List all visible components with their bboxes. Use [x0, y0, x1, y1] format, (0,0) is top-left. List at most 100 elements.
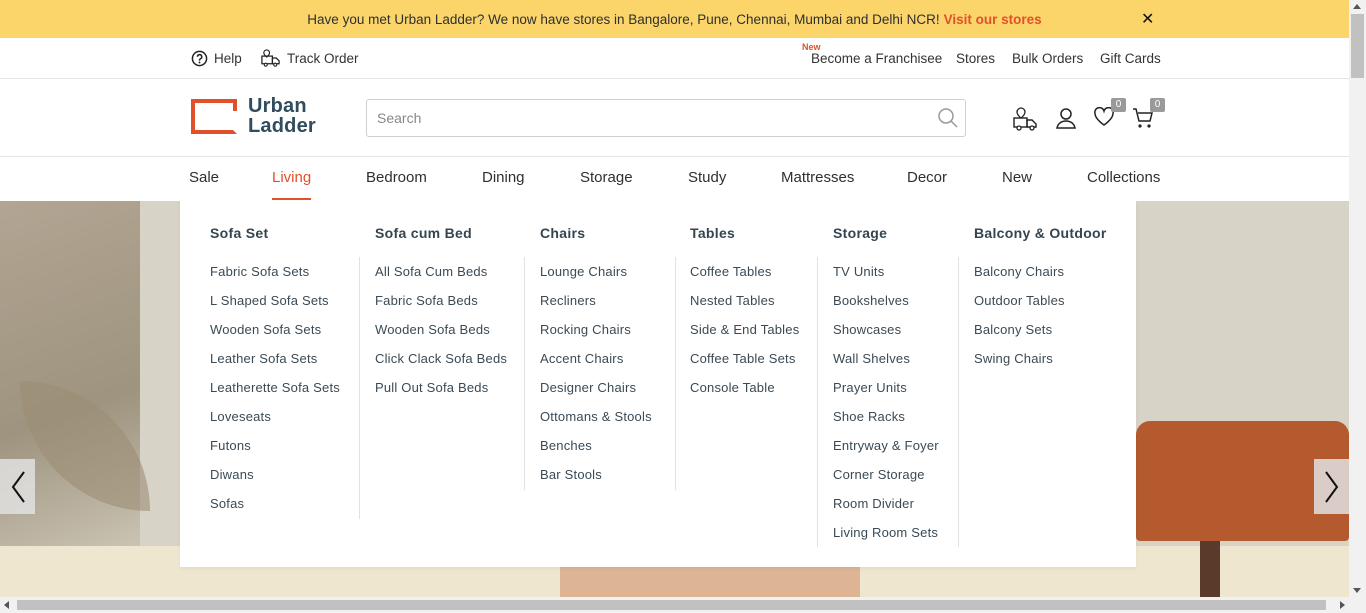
- menu-item[interactable]: Shoe Racks: [833, 409, 939, 438]
- vertical-scrollbar[interactable]: [1349, 0, 1366, 597]
- scroll-left-icon[interactable]: [4, 601, 9, 609]
- menu-item[interactable]: Wooden Sofa Beds: [375, 322, 507, 351]
- wishlist-count: 0: [1111, 98, 1126, 112]
- menu-item[interactable]: TV Units: [833, 264, 939, 293]
- cart-count: 0: [1150, 98, 1165, 112]
- menu-item[interactable]: Rocking Chairs: [540, 322, 652, 351]
- nav-mattresses[interactable]: Mattresses: [781, 158, 854, 200]
- menu-item[interactable]: Wooden Sofa Sets: [210, 322, 340, 351]
- help-link[interactable]: Help: [191, 38, 242, 78]
- menu-item[interactable]: Lounge Chairs: [540, 264, 652, 293]
- logo-mark: [191, 99, 237, 134]
- store-locator-icon[interactable]: [1012, 107, 1039, 131]
- menu-item[interactable]: Bar Stools: [540, 467, 652, 496]
- menu-item[interactable]: Sofas: [210, 496, 340, 525]
- menu-item[interactable]: Corner Storage: [833, 467, 939, 496]
- franchisee-link[interactable]: Become a Franchisee: [811, 38, 942, 78]
- menu-item[interactable]: Ottomans & Stools: [540, 409, 652, 438]
- menu-item[interactable]: Balcony Sets: [974, 322, 1065, 351]
- nav-living[interactable]: Living: [272, 158, 312, 200]
- search-icon[interactable]: [937, 107, 959, 129]
- menu-item[interactable]: Console Table: [690, 380, 799, 409]
- scroll-down-icon[interactable]: [1353, 588, 1361, 593]
- carousel-next-button[interactable]: [1314, 459, 1349, 514]
- main-nav: Sale Living Bedroom Dining Storage Study…: [0, 158, 1349, 201]
- menu-heading[interactable]: Storage: [833, 225, 887, 241]
- visit-stores-link[interactable]: Visit our stores: [944, 12, 1042, 27]
- menu-item[interactable]: Wall Shelves: [833, 351, 939, 380]
- menu-item[interactable]: Living Room Sets: [833, 525, 939, 554]
- search-box: [366, 99, 966, 137]
- menu-item[interactable]: Showcases: [833, 322, 939, 351]
- nav-collections[interactable]: Collections: [1087, 158, 1160, 200]
- menu-item[interactable]: Bookshelves: [833, 293, 939, 322]
- nav-study[interactable]: Study: [688, 158, 726, 200]
- menu-divider: [524, 257, 525, 490]
- menu-heading[interactable]: Sofa cum Bed: [375, 225, 472, 241]
- menu-item[interactable]: Coffee Tables: [690, 264, 799, 293]
- menu-item[interactable]: Fabric Sofa Beds: [375, 293, 507, 322]
- menu-item[interactable]: Click Clack Sofa Beds: [375, 351, 507, 380]
- menu-item[interactable]: Benches: [540, 438, 652, 467]
- menu-item[interactable]: Leatherette Sofa Sets: [210, 380, 340, 409]
- menu-item[interactable]: Recliners: [540, 293, 652, 322]
- menu-item[interactable]: Room Divider: [833, 496, 939, 525]
- menu-item[interactable]: Leather Sofa Sets: [210, 351, 340, 380]
- menu-item[interactable]: Balcony Chairs: [974, 264, 1065, 293]
- menu-divider: [359, 257, 360, 519]
- utility-bar: Help Track Order New Become a Franchisee…: [0, 38, 1349, 79]
- menu-item[interactable]: Accent Chairs: [540, 351, 652, 380]
- menu-item[interactable]: Designer Chairs: [540, 380, 652, 409]
- bulk-orders-link[interactable]: Bulk Orders: [1012, 38, 1083, 78]
- carousel-prev-button[interactable]: [0, 459, 35, 514]
- site-header: Urban Ladder 0 0: [0, 79, 1349, 157]
- scrollbar-thumb[interactable]: [1351, 14, 1364, 78]
- gift-cards-link[interactable]: Gift Cards: [1100, 38, 1161, 78]
- menu-item[interactable]: Nested Tables: [690, 293, 799, 322]
- nav-decor[interactable]: Decor: [907, 158, 947, 200]
- user-icon[interactable]: [1055, 107, 1077, 129]
- menu-item[interactable]: Diwans: [210, 467, 340, 496]
- menu-item[interactable]: All Sofa Cum Beds: [375, 264, 507, 293]
- track-order-label: Track Order: [287, 50, 359, 66]
- close-icon[interactable]: ✕: [1141, 9, 1154, 29]
- menu-divider: [958, 257, 959, 547]
- scroll-right-icon[interactable]: [1340, 601, 1345, 609]
- chevron-left-icon: [11, 470, 25, 503]
- nav-storage[interactable]: Storage: [580, 158, 633, 200]
- nav-bedroom[interactable]: Bedroom: [366, 158, 427, 200]
- wishlist-button[interactable]: 0: [1093, 98, 1126, 129]
- nav-dining[interactable]: Dining: [482, 158, 525, 200]
- menu-item[interactable]: Loveseats: [210, 409, 340, 438]
- menu-heading[interactable]: Chairs: [540, 225, 585, 241]
- menu-heading[interactable]: Balcony & Outdoor: [974, 225, 1107, 241]
- hero-sofa-leg: [1200, 541, 1220, 597]
- menu-item[interactable]: Side & End Tables: [690, 322, 799, 351]
- menu-item[interactable]: Futons: [210, 438, 340, 467]
- help-label: Help: [214, 50, 242, 66]
- cart-button[interactable]: 0: [1132, 98, 1165, 129]
- menu-divider: [675, 257, 676, 490]
- urban-ladder-logo[interactable]: Urban Ladder: [191, 95, 331, 137]
- stores-link[interactable]: Stores: [956, 38, 995, 78]
- nav-new[interactable]: New: [1002, 158, 1032, 200]
- track-order-link[interactable]: Track Order: [260, 38, 359, 78]
- menu-item[interactable]: Entryway & Foyer: [833, 438, 939, 467]
- scroll-up-icon[interactable]: [1353, 4, 1361, 9]
- menu-item[interactable]: Coffee Table Sets: [690, 351, 799, 380]
- horizontal-scrollbar[interactable]: [0, 597, 1366, 613]
- menu-item[interactable]: Pull Out Sofa Beds: [375, 380, 507, 409]
- help-icon: [191, 50, 208, 66]
- menu-item[interactable]: Prayer Units: [833, 380, 939, 409]
- menu-item[interactable]: Fabric Sofa Sets: [210, 264, 340, 293]
- menu-heading[interactable]: Tables: [690, 225, 735, 241]
- search-input[interactable]: [367, 101, 927, 135]
- menu-heading[interactable]: Sofa Set: [210, 225, 268, 241]
- logo-text: Urban Ladder: [248, 95, 316, 137]
- nav-sale[interactable]: Sale: [189, 158, 219, 200]
- menu-item[interactable]: Outdoor Tables: [974, 293, 1065, 322]
- menu-item[interactable]: Swing Chairs: [974, 351, 1065, 380]
- menu-item[interactable]: L Shaped Sofa Sets: [210, 293, 340, 322]
- scrollbar-thumb[interactable]: [17, 600, 1326, 610]
- menu-divider: [817, 257, 818, 547]
